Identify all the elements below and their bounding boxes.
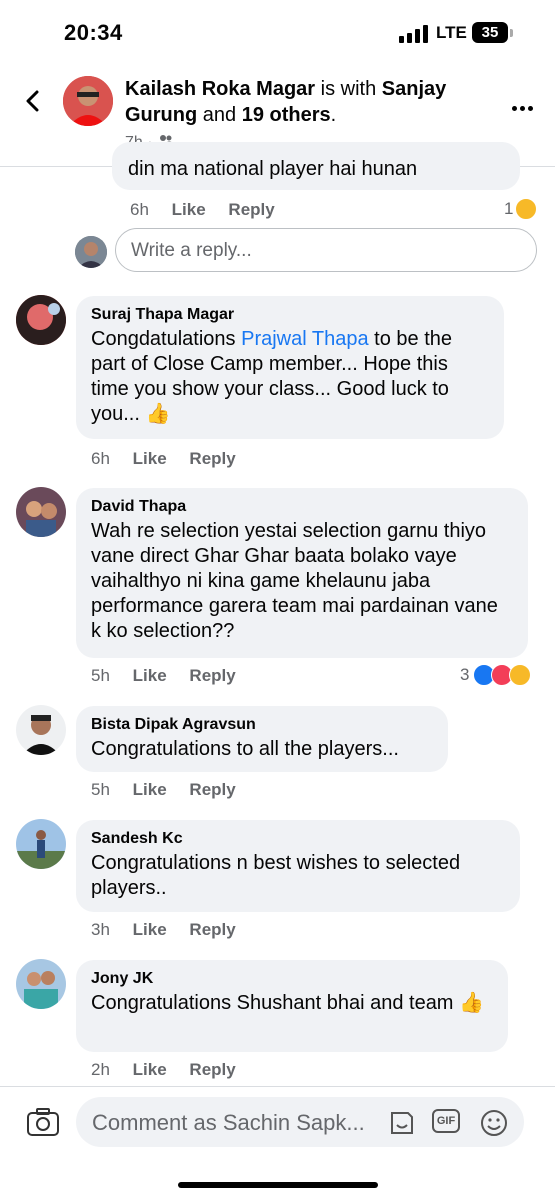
status-bar: 20:34 LTE 35 (0, 0, 555, 62)
sticker-icon[interactable] (388, 1109, 416, 1137)
commenter-avatar[interactable] (16, 487, 66, 537)
like-button[interactable]: Like (172, 200, 206, 219)
my-avatar (75, 236, 107, 268)
comment-time: 6h (130, 200, 149, 219)
comment-actions: 6h Like Reply (130, 200, 293, 220)
comment-text: Congdatulations Prajwal Thapa to be the … (91, 327, 488, 427)
comment-time: 6h (91, 449, 110, 468)
comment-actions: 5h Like Reply (91, 666, 254, 686)
emoji-icon[interactable] (480, 1109, 508, 1137)
comment-time: 3h (91, 920, 110, 939)
comment-text: Congratulations n best wishes to selecte… (91, 852, 461, 899)
battery-cap (510, 29, 513, 37)
post-author-avatar[interactable] (63, 76, 113, 126)
like-button[interactable]: Like (133, 1060, 167, 1079)
comment-input[interactable]: Comment as Sachin Sapk... GIF (76, 1097, 524, 1147)
like-button[interactable]: Like (133, 666, 167, 685)
haha-reaction-icon (509, 664, 532, 686)
period-text: . (330, 104, 337, 126)
gif-icon[interactable]: GIF (432, 1109, 460, 1133)
author-name[interactable]: Kailash Roka Magar (125, 78, 315, 100)
comment-text: Congratulations to all the players... (91, 738, 399, 760)
comment-bubble: Sandesh Kc Congratulations n best wishes… (76, 820, 520, 912)
commenter-name[interactable]: Bista Dipak Agravsun (91, 716, 432, 734)
comment-time: 5h (91, 780, 110, 799)
commenter-name[interactable]: Sandesh Kc (91, 830, 504, 848)
comment-bubble: Suraj Thapa Magar Congdatulations Prajwa… (76, 296, 504, 439)
comment-text: din ma national player hai hunan (128, 158, 418, 180)
commenter-name[interactable]: David Thapa (91, 498, 512, 516)
comment-text: Congratulations Shushant bhai and team 👍 (91, 992, 484, 1014)
comment-bubble-cut: din ma national player hai hunan (112, 142, 520, 190)
comment-actions: 2h Like Reply (91, 1060, 254, 1080)
reply-input[interactable]: Write a reply... (115, 228, 537, 272)
camera-icon[interactable] (26, 1107, 60, 1137)
battery-icon: 35 (472, 22, 508, 43)
reply-button[interactable]: Reply (189, 1060, 235, 1079)
comment-actions: 5h Like Reply (91, 780, 254, 800)
more-options-icon[interactable] (512, 98, 536, 116)
back-arrow-icon[interactable] (22, 90, 44, 112)
commenter-avatar[interactable] (16, 959, 66, 1009)
commenter-name[interactable]: Suraj Thapa Magar (91, 306, 488, 324)
and-text: and (202, 104, 237, 126)
comment-placeholder: Comment as Sachin Sapk... (92, 1110, 365, 1135)
reply-button[interactable]: Reply (228, 200, 274, 219)
commenter-avatar[interactable] (16, 819, 66, 869)
comment-bubble: David Thapa Wah re selection yestai sele… (76, 488, 528, 658)
home-indicator (178, 1182, 378, 1188)
commenter-avatar[interactable] (16, 705, 66, 755)
reaction-count: 1 (504, 199, 514, 218)
status-time: 20:34 (64, 20, 123, 45)
comment-time: 5h (91, 666, 110, 685)
like-button[interactable]: Like (133, 780, 167, 799)
reaction-count: 3 (460, 665, 470, 684)
post-title: Kailash Roka Magar is with Sanjay Gurung… (125, 76, 500, 128)
like-button[interactable]: Like (133, 449, 167, 468)
reply-button[interactable]: Reply (189, 666, 235, 685)
comment-text: Wah re selection yestai selection garnu … (91, 520, 498, 642)
comment-actions: 6h Like Reply (91, 449, 254, 469)
like-button[interactable]: Like (133, 920, 167, 939)
reply-button[interactable]: Reply (189, 780, 235, 799)
network-label: LTE (436, 23, 467, 42)
commenter-avatar[interactable] (16, 295, 66, 345)
others-link[interactable]: 19 others (242, 104, 331, 126)
with-text: is with (320, 78, 377, 100)
comment-bubble: Jony JK Congratulations Shushant bhai an… (76, 960, 508, 1052)
commenter-name[interactable]: Jony JK (91, 970, 492, 988)
reply-button[interactable]: Reply (189, 449, 235, 468)
comment-actions: 3h Like Reply (91, 920, 254, 940)
mention-link[interactable]: Prajwal Thapa (241, 328, 368, 350)
reaction-summary[interactable]: 1 (504, 198, 538, 220)
reply-row: Write a reply... (75, 228, 540, 274)
signal-icon (399, 25, 431, 43)
reply-button[interactable]: Reply (189, 920, 235, 939)
comment-text-part: Congdatulations (91, 328, 242, 350)
haha-reaction-icon (515, 198, 538, 220)
comment-bubble: Bista Dipak Agravsun Congratulations to … (76, 706, 448, 772)
reaction-summary[interactable]: 3 (460, 664, 532, 686)
comment-time: 2h (91, 1060, 110, 1079)
